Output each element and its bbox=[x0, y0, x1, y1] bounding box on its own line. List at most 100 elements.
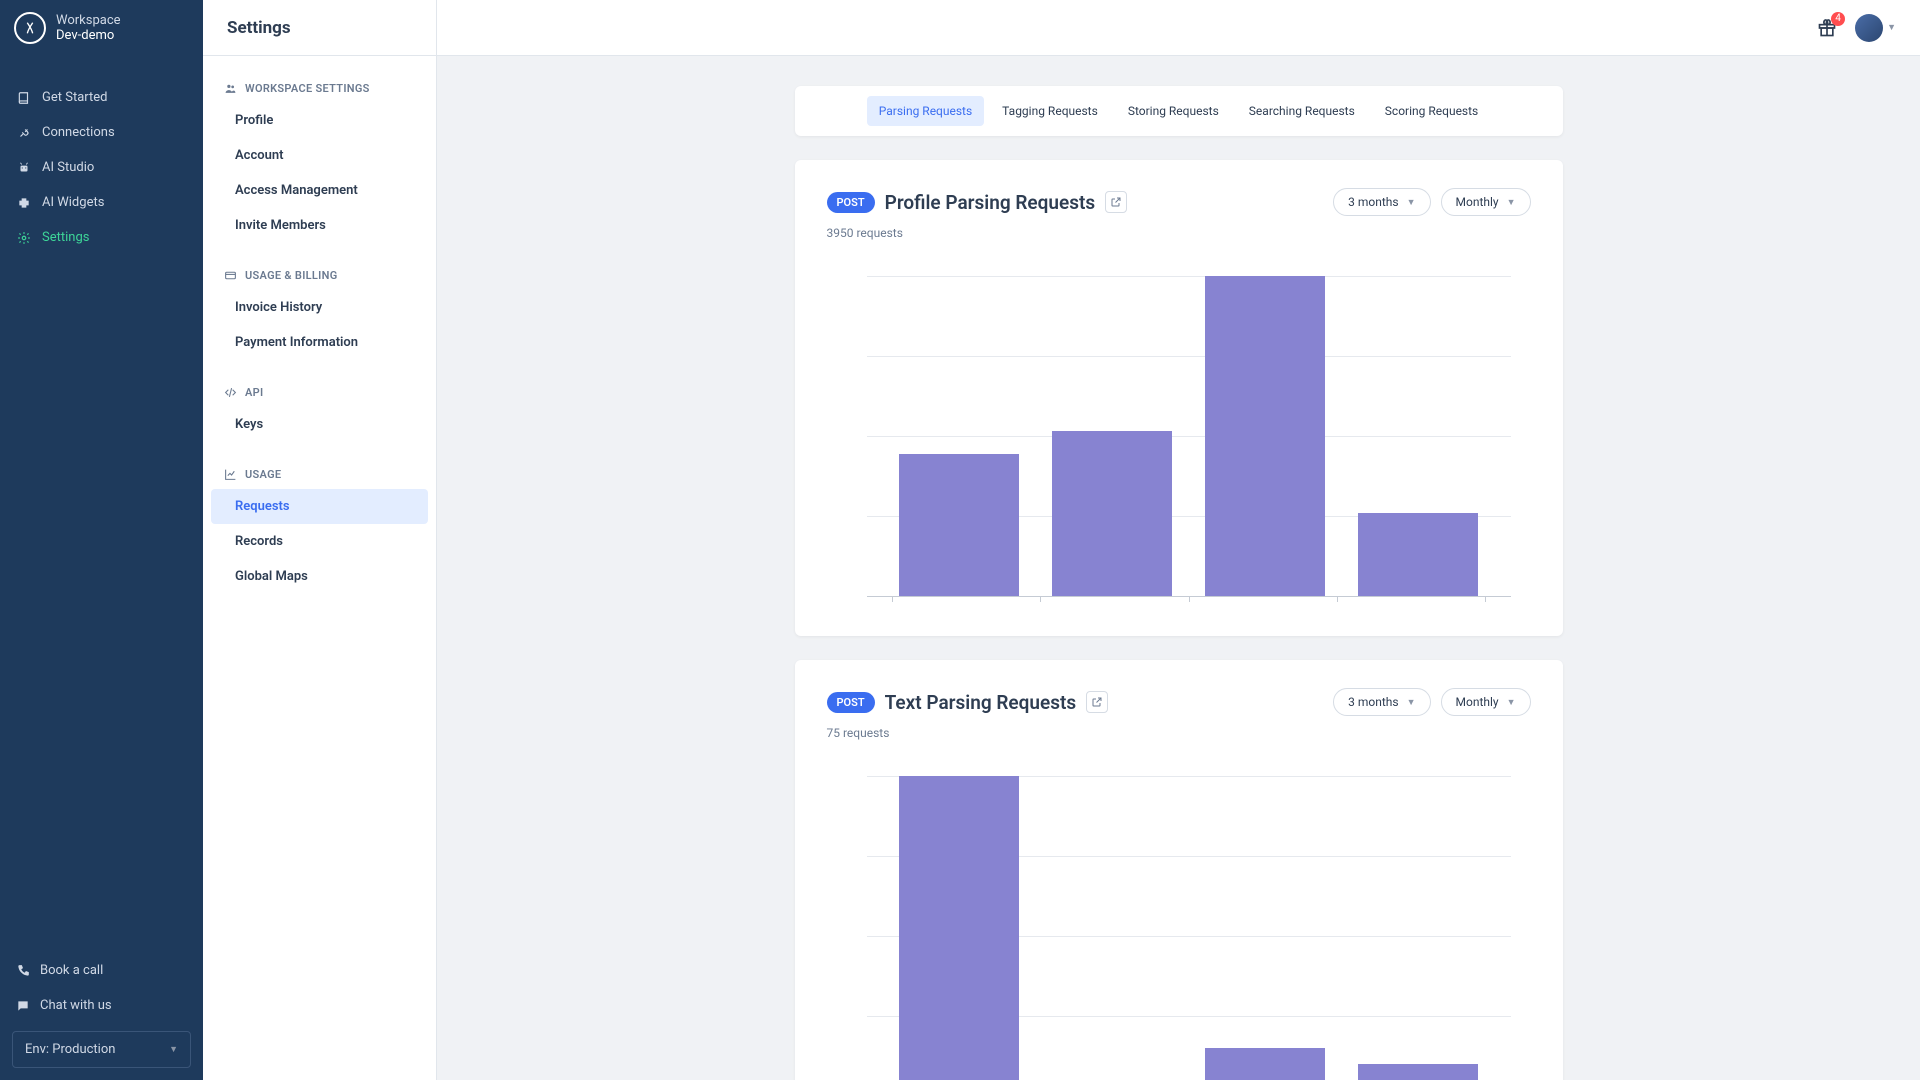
tab-scoring-requests[interactable]: Scoring Requests bbox=[1373, 96, 1490, 126]
code-icon bbox=[223, 386, 237, 399]
chevron-down-icon: ▼ bbox=[1887, 22, 1896, 33]
avatar bbox=[1855, 14, 1883, 42]
subnav-item-records[interactable]: Records bbox=[203, 524, 436, 559]
card-icon bbox=[223, 269, 237, 282]
chart-bar bbox=[899, 776, 1019, 1080]
chart-bar bbox=[1358, 1064, 1478, 1080]
chart-bar bbox=[1205, 276, 1325, 596]
subnav-item-account[interactable]: Account bbox=[203, 138, 436, 173]
content-scroll[interactable]: Parsing RequestsTagging RequestsStoring … bbox=[437, 56, 1920, 1080]
external-link-icon bbox=[1110, 196, 1122, 208]
sidebar-header: Workspace Dev-demo bbox=[0, 0, 203, 56]
chart-card: POSTProfile Parsing Requests3 months▼Mon… bbox=[795, 160, 1563, 636]
tab-parsing-requests[interactable]: Parsing Requests bbox=[867, 96, 984, 126]
subsection: USAGE RequestsRecordsGlobal Maps bbox=[203, 442, 436, 594]
range-label: 3 months bbox=[1348, 695, 1398, 709]
range-label: 3 months bbox=[1348, 195, 1398, 209]
interval-label: Monthly bbox=[1456, 195, 1499, 209]
subsection-header: WORKSPACE SETTINGS bbox=[203, 74, 436, 103]
settings-header: Settings bbox=[203, 0, 436, 56]
chevron-down-icon: ▼ bbox=[169, 1044, 178, 1055]
interval-dropdown[interactable]: Monthly ▼ bbox=[1441, 688, 1531, 716]
range-dropdown[interactable]: 3 months▼ bbox=[1333, 688, 1430, 716]
chart-title: Text Parsing Requests bbox=[885, 691, 1077, 714]
chart-bar bbox=[1205, 1048, 1325, 1080]
page-title: Settings bbox=[227, 18, 291, 38]
phone-icon bbox=[16, 964, 30, 978]
subnav-item-global-maps[interactable]: Global Maps bbox=[203, 559, 436, 594]
subnav-item-profile[interactable]: Profile bbox=[203, 103, 436, 138]
chart-area bbox=[827, 756, 1531, 1080]
subnav-item-keys[interactable]: Keys bbox=[203, 407, 436, 442]
chart-icon bbox=[223, 468, 237, 481]
sidebar-item-ai-widgets[interactable]: AI Widgets bbox=[0, 185, 203, 220]
external-link-button[interactable] bbox=[1105, 191, 1127, 213]
tab-storing-requests[interactable]: Storing Requests bbox=[1116, 96, 1231, 126]
subsection: WORKSPACE SETTINGS ProfileAccountAccess M… bbox=[203, 56, 436, 243]
settings-sidebar: Settings WORKSPACE SETTINGS ProfileAccoun… bbox=[203, 0, 437, 1080]
env-selector[interactable]: Env: Production ▼ bbox=[12, 1031, 191, 1068]
subsection-title: WORKSPACE SETTINGS bbox=[245, 82, 370, 95]
user-menu[interactable]: ▼ bbox=[1855, 14, 1896, 42]
sidebar-item-ai-studio[interactable]: AI Studio bbox=[0, 150, 203, 185]
range-dropdown[interactable]: 3 months ▼ bbox=[1333, 188, 1430, 216]
puzzle-icon bbox=[16, 196, 32, 210]
request-count: 3950 requests bbox=[827, 226, 1531, 240]
subsection-header: API bbox=[203, 378, 436, 407]
tab-searching-requests[interactable]: Searching Requests bbox=[1237, 96, 1367, 126]
primary-sidebar: Workspace Dev-demo Get Started Connectio… bbox=[0, 0, 203, 1080]
subsection-title: USAGE bbox=[245, 468, 281, 481]
external-link-button[interactable] bbox=[1086, 691, 1108, 713]
interval-label: Monthly bbox=[1456, 695, 1499, 709]
users-icon bbox=[223, 82, 237, 95]
method-badge: POST bbox=[827, 692, 875, 713]
chevron-down-icon: ▼ bbox=[1407, 197, 1416, 208]
subnav-item-invite-members[interactable]: Invite Members bbox=[203, 208, 436, 243]
chart-bar bbox=[899, 454, 1019, 596]
subsection: APIKeys bbox=[203, 360, 436, 442]
sidebar-item-connections[interactable]: Connections bbox=[0, 115, 203, 150]
book-call-link[interactable]: Book a call bbox=[12, 953, 191, 988]
sidebar-item-settings[interactable]: Settings bbox=[0, 220, 203, 255]
chevron-down-icon: ▼ bbox=[1507, 697, 1516, 708]
gift-button[interactable]: 4 bbox=[1817, 18, 1837, 38]
notification-badge: 4 bbox=[1831, 12, 1845, 26]
subsection-header: USAGE bbox=[203, 460, 436, 489]
sidebar-footer: Book a call Chat with us Env: Production… bbox=[0, 941, 203, 1080]
chevron-down-icon: ▼ bbox=[1507, 197, 1516, 208]
chart-bar bbox=[1052, 431, 1172, 596]
plug-icon bbox=[16, 126, 32, 140]
gear-icon bbox=[16, 231, 32, 245]
subsection: USAGE & BILLING Invoice HistoryPayment In… bbox=[203, 243, 436, 360]
book-icon bbox=[16, 91, 32, 105]
sidebar-item-label: Get Started bbox=[42, 90, 107, 105]
sidebar-item-label: Connections bbox=[42, 125, 115, 140]
subnav-item-invoice-history[interactable]: Invoice History bbox=[203, 290, 436, 325]
subnav-item-access-management[interactable]: Access Management bbox=[203, 173, 436, 208]
subnav-item-requests[interactable]: Requests bbox=[211, 489, 428, 524]
sidebar-item-get-started[interactable]: Get Started bbox=[0, 80, 203, 115]
workspace-label: Workspace bbox=[56, 13, 121, 28]
request-count: 75 requests bbox=[827, 726, 1531, 740]
external-link-icon bbox=[1091, 696, 1103, 708]
top-bar: 4 ▼ bbox=[437, 0, 1920, 56]
subsection-title: USAGE & BILLING bbox=[245, 269, 338, 282]
tab-tagging-requests[interactable]: Tagging Requests bbox=[990, 96, 1110, 126]
env-label: Env: Production bbox=[25, 1042, 115, 1057]
method-badge: POST bbox=[827, 192, 875, 213]
interval-dropdown[interactable]: Monthly ▼ bbox=[1441, 188, 1531, 216]
sidebar-bottom-label: Book a call bbox=[40, 963, 103, 978]
sidebar-item-label: AI Widgets bbox=[42, 195, 104, 210]
request-tabs-card: Parsing RequestsTagging RequestsStoring … bbox=[795, 86, 1563, 136]
chat-icon bbox=[16, 999, 30, 1013]
chat-link[interactable]: Chat with us bbox=[12, 988, 191, 1023]
sidebar-nav: Get Started Connections AI Studio AI Wid… bbox=[0, 56, 203, 941]
sidebar-item-label: AI Studio bbox=[42, 160, 94, 175]
logo-icon bbox=[22, 20, 38, 36]
sidebar-bottom-label: Chat with us bbox=[40, 998, 112, 1013]
sidebar-item-label: Settings bbox=[42, 230, 89, 245]
chart-bar bbox=[1358, 513, 1478, 596]
android-icon bbox=[16, 161, 32, 175]
chart-card: POSTText Parsing Requests3 months▼Monthl… bbox=[795, 660, 1563, 1080]
subnav-item-payment-information[interactable]: Payment Information bbox=[203, 325, 436, 360]
